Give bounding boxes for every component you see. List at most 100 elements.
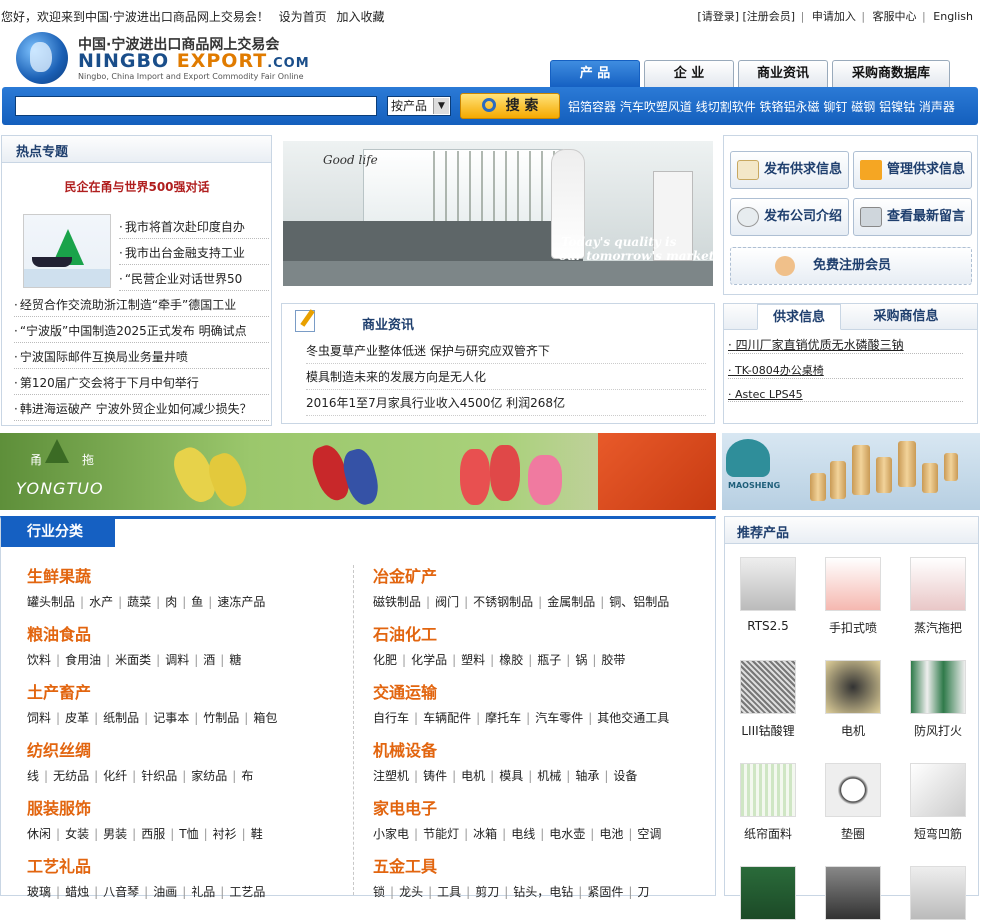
hot-keyword[interactable]: 消声器	[919, 100, 955, 114]
supply-link[interactable]: Astec LPS45	[728, 388, 963, 402]
category-title[interactable]: 石油化工	[373, 621, 625, 645]
recommended-product[interactable]: 电机	[818, 660, 888, 739]
yongtuo-banner[interactable]: 甬 拖 YONGTUO	[0, 433, 716, 510]
category-item-link[interactable]: 电机	[461, 769, 485, 783]
category-item-link[interactable]: 皮革	[65, 711, 89, 725]
hot-keyword[interactable]: 铝箔容器	[568, 100, 616, 114]
category-item-link[interactable]: 休闲	[27, 827, 51, 841]
set-home-link[interactable]: 设为首页	[279, 10, 327, 24]
category-item-link[interactable]: 玻璃	[27, 885, 51, 899]
login-link[interactable]: [请登录]	[697, 10, 739, 23]
search-button[interactable]: 搜 索	[460, 93, 560, 119]
news-link[interactable]: 冬虫夏草产业整体低迷 保护与研究应双管齐下	[306, 342, 706, 364]
product-name[interactable]: 电机	[818, 722, 888, 739]
product-name[interactable]: 手扣式喷	[818, 619, 888, 636]
category-item-link[interactable]: 家纺品	[191, 769, 227, 783]
tab-buyer-database[interactable]: 采购商数据库	[832, 60, 950, 87]
category-item-link[interactable]: 调料	[165, 653, 189, 667]
category-item-link[interactable]: 自行车	[373, 711, 409, 725]
category-item-link[interactable]: 其他交通工具	[597, 711, 669, 725]
product-image[interactable]	[910, 763, 966, 817]
category-item-link[interactable]: 米面类	[115, 653, 151, 667]
product-image[interactable]	[740, 660, 796, 714]
category-item-link[interactable]: 鞋	[251, 827, 263, 841]
hot-keyword[interactable]: 铝镍钴	[879, 100, 915, 114]
category-item-link[interactable]: 油画	[153, 885, 177, 899]
category-title[interactable]: 工艺礼品	[27, 853, 265, 877]
category-item-link[interactable]: 节能灯	[423, 827, 459, 841]
recommended-product[interactable]: 短弯凹筋	[903, 763, 973, 842]
hot-topic-link[interactable]: 宁波国际邮件互换局业务量井喷	[14, 348, 269, 369]
hot-keyword[interactable]: 磁钢	[851, 100, 875, 114]
category-item-link[interactable]: 化纤	[103, 769, 127, 783]
category-item-link[interactable]: 八音琴	[103, 885, 139, 899]
category-item-link[interactable]: 剪刀	[475, 885, 499, 899]
category-item-link[interactable]: 龙头	[399, 885, 423, 899]
category-item-link[interactable]: 记事本	[153, 711, 189, 725]
search-type-select[interactable]: 按产品 ▼	[387, 96, 451, 116]
category-item-link[interactable]: 空调	[637, 827, 661, 841]
category-item-link[interactable]: 衬衫	[213, 827, 237, 841]
supply-link[interactable]: 四川厂家直销优质无水磷酸三钠	[728, 336, 963, 354]
category-item-link[interactable]: 工具	[437, 885, 461, 899]
category-item-link[interactable]: 塑料	[461, 653, 485, 667]
english-link[interactable]: English	[933, 10, 973, 23]
category-item-link[interactable]: 竹制品	[203, 711, 239, 725]
category-title[interactable]: 冶金矿产	[373, 563, 669, 587]
maosheng-banner[interactable]: MAOSHENG	[722, 433, 980, 510]
category-item-link[interactable]: 化肥	[373, 653, 397, 667]
category-item-link[interactable]: 女装	[65, 827, 89, 841]
hot-topic-link[interactable]: 我市出台金融支持工业	[119, 244, 269, 265]
category-item-link[interactable]: 冰箱	[473, 827, 497, 841]
category-item-link[interactable]: 速冻产品	[217, 595, 265, 609]
recommended-product[interactable]: LIII钴酸锂	[733, 660, 803, 739]
search-input[interactable]	[15, 96, 377, 116]
category-item-link[interactable]: 纸制品	[103, 711, 139, 725]
category-item-link[interactable]: 钻头，电钻	[513, 885, 573, 899]
site-logo[interactable]: 中国·宁波进出口商品网上交易会 NINGBO EXPORT.COM Ningbo…	[16, 30, 309, 86]
recommended-product[interactable]: 纸帘面料	[733, 763, 803, 842]
category-item-link[interactable]: 铜、铝制品	[609, 595, 669, 609]
category-item-link[interactable]: 电水壶	[549, 827, 585, 841]
product-image[interactable]	[740, 557, 796, 611]
category-item-link[interactable]: 糖	[229, 653, 241, 667]
news-link[interactable]: 模具制造未来的发展方向是无人化	[306, 368, 706, 390]
featured-topic-image[interactable]	[23, 214, 111, 288]
category-item-link[interactable]: 无纺品	[53, 769, 89, 783]
category-title[interactable]: 机械设备	[373, 737, 637, 761]
recommended-product[interactable]: RTS2.5	[733, 557, 803, 633]
add-favorite-link[interactable]: 加入收藏	[337, 10, 385, 24]
category-item-link[interactable]: 工艺品	[229, 885, 265, 899]
category-item-link[interactable]: 蔬菜	[127, 595, 151, 609]
category-item-link[interactable]: 蜡烛	[65, 885, 89, 899]
hot-keyword[interactable]: 铁铬铝永磁	[760, 100, 820, 114]
category-item-link[interactable]: 胶带	[601, 653, 625, 667]
category-item-link[interactable]: 模具	[499, 769, 523, 783]
category-item-link[interactable]: 罐头制品	[27, 595, 75, 609]
tab-companies[interactable]: 企 业	[644, 60, 734, 87]
category-item-link[interactable]: T恤	[179, 827, 198, 841]
product-name[interactable]: 垫圈	[818, 825, 888, 842]
tab-buyer-info[interactable]: 采购商信息	[856, 304, 956, 330]
view-messages-button[interactable]: 查看最新留言	[853, 198, 972, 236]
product-image[interactable]	[825, 763, 881, 817]
category-item-link[interactable]: 针织品	[141, 769, 177, 783]
hot-topic-link[interactable]: “宁波版”中国制造2025正式发布 明确试点	[14, 322, 269, 343]
publish-company-button[interactable]: 发布公司介绍	[730, 198, 849, 236]
category-item-link[interactable]: 金属制品	[547, 595, 595, 609]
category-item-link[interactable]: 电池	[599, 827, 623, 841]
category-title[interactable]: 生鲜果蔬	[27, 563, 265, 587]
tab-products[interactable]: 产 品	[550, 60, 640, 87]
register-link[interactable]: [注册会员]	[743, 10, 796, 23]
category-item-link[interactable]: 刀	[637, 885, 649, 899]
hot-topic-link[interactable]: 经贸合作交流助浙江制造“牵手”德国工业	[14, 296, 269, 317]
news-link[interactable]: 2016年1至7月家具行业收入4500亿 利润268亿	[306, 394, 706, 416]
category-item-link[interactable]: 水产	[89, 595, 113, 609]
hot-topic-link[interactable]: “民营企业对话世界50	[119, 270, 269, 291]
category-item-link[interactable]: 锁	[373, 885, 385, 899]
category-item-link[interactable]: 食用油	[65, 653, 101, 667]
product-name[interactable]: LIII钴酸锂	[733, 722, 803, 739]
apply-link[interactable]: 申请加入	[812, 10, 856, 23]
tab-business-news[interactable]: 商业资讯	[738, 60, 828, 87]
category-item-link[interactable]: 阀门	[435, 595, 459, 609]
